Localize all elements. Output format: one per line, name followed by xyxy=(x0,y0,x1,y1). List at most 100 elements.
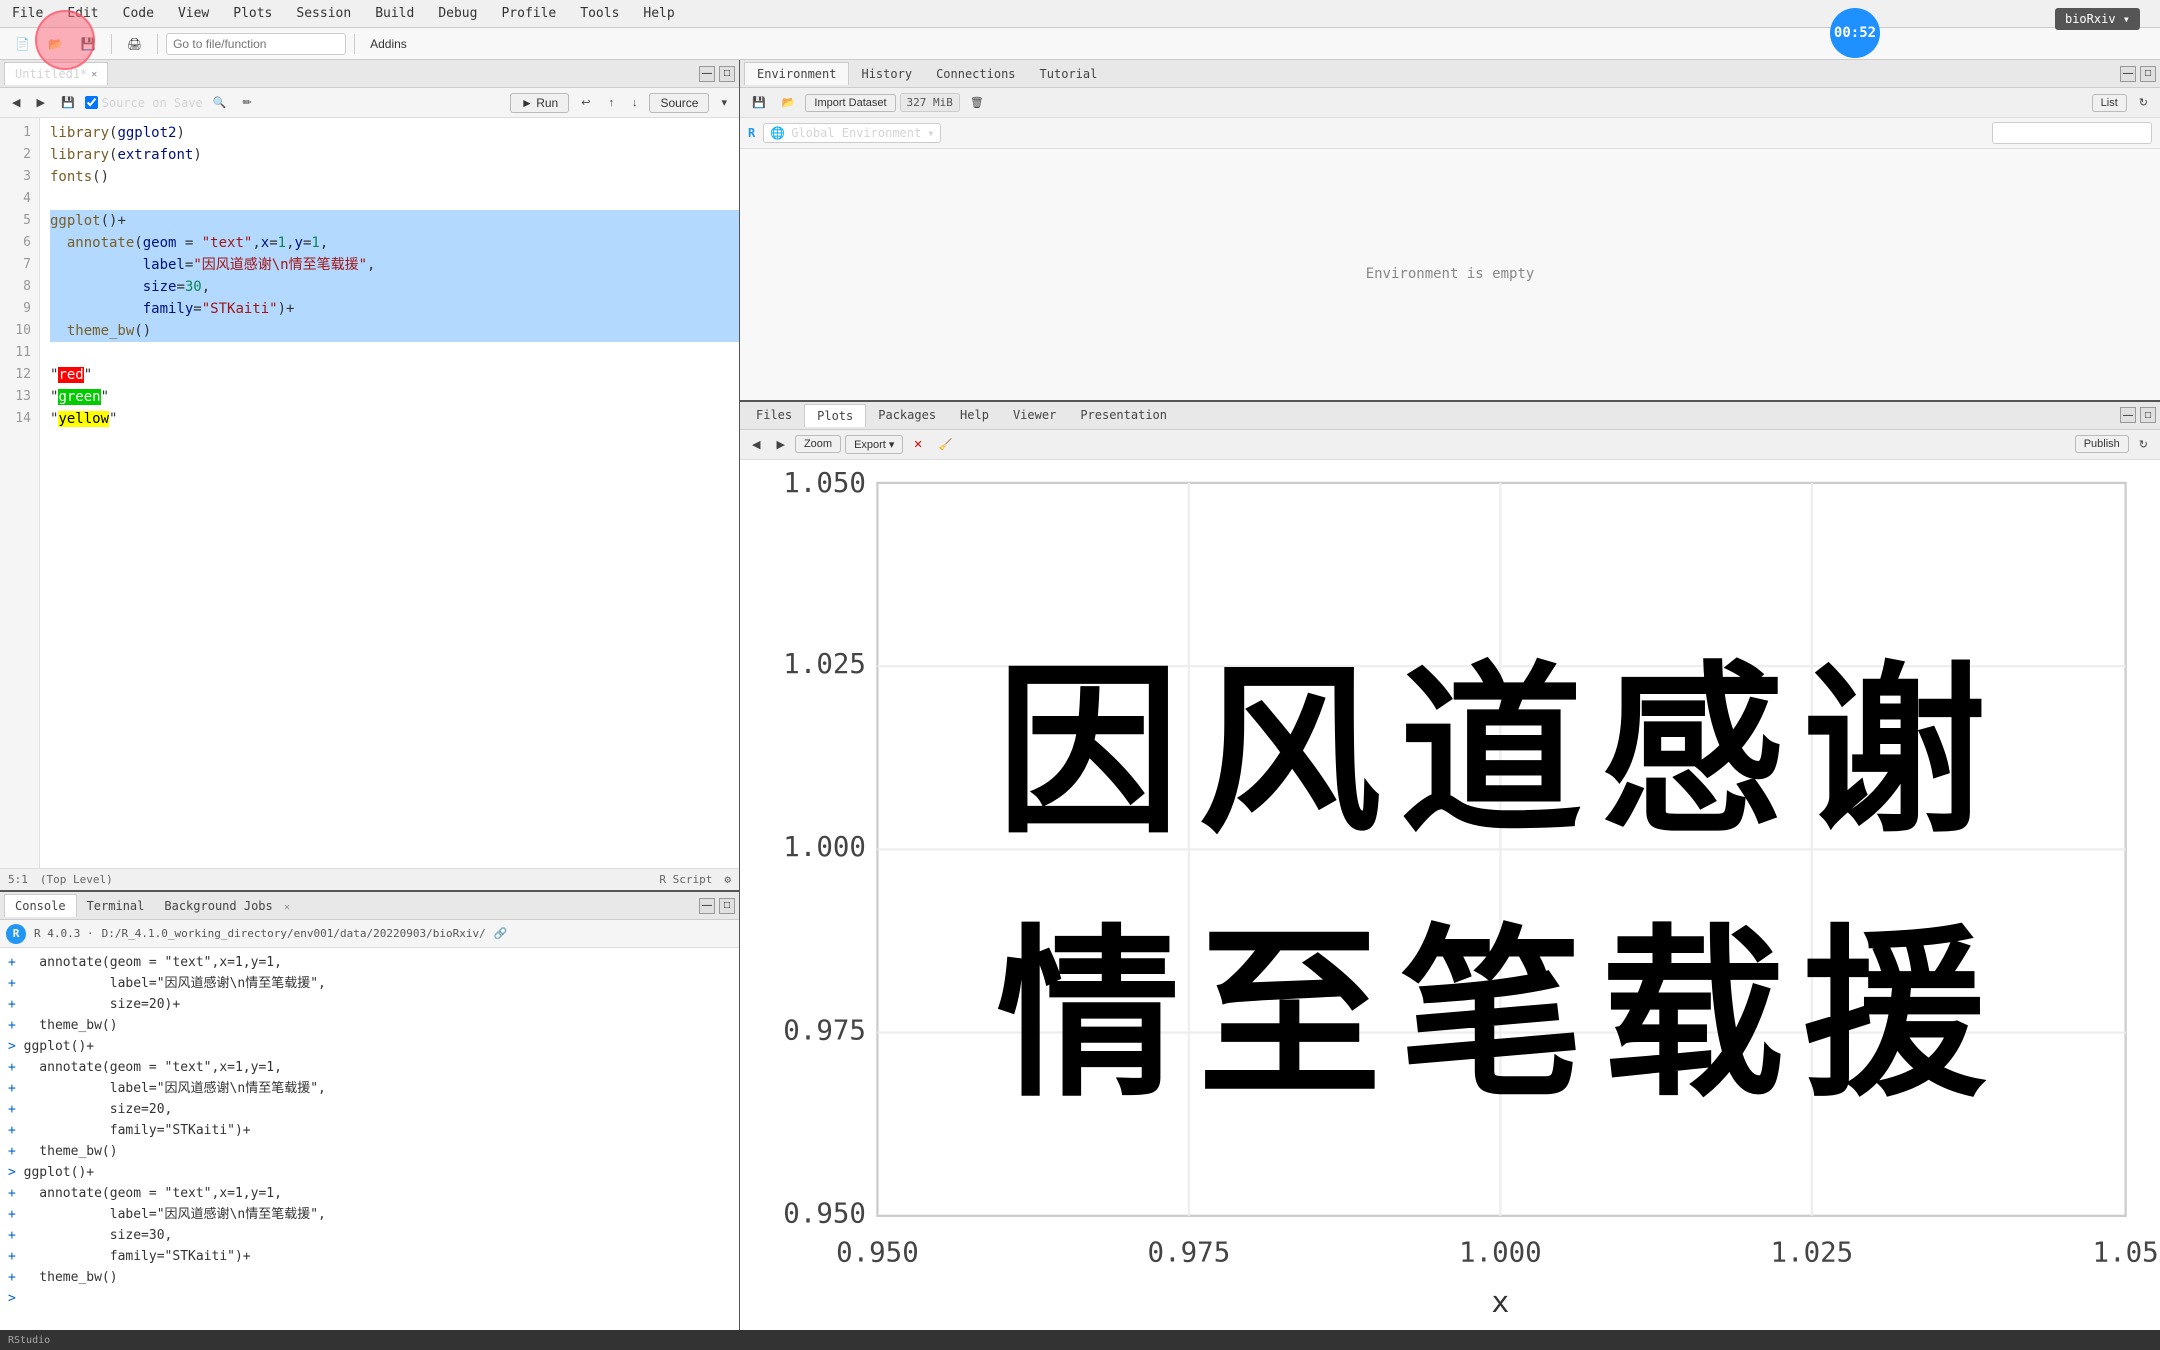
editor-panel: Untitled1* ✕ — □ ◀ ▶ 💾 Source on Save 🔍 … xyxy=(0,60,739,890)
console-line-9: + family="STKaiti")+ xyxy=(8,1120,731,1141)
tab-connections[interactable]: Connections xyxy=(924,63,1027,85)
menu-code[interactable]: Code xyxy=(119,4,158,23)
left-panel: Untitled1* ✕ — □ ◀ ▶ 💾 Source on Save 🔍 … xyxy=(0,60,740,1330)
console-scroll-area[interactable]: + annotate(geom = "text",x=1,y=1, + labe… xyxy=(0,948,739,1330)
editor-toolbar: ◀ ▶ 💾 Source on Save 🔍 ✏ ► Run ↩ ↑ ↓ Sou… xyxy=(0,88,739,118)
console-line-3: + size=20)+ xyxy=(8,994,731,1015)
settings-icon[interactable]: ⚙ xyxy=(724,873,731,886)
plots-minimize-btn[interactable]: — xyxy=(2120,407,2136,423)
list-view-btn[interactable]: List xyxy=(2092,94,2127,112)
menu-session[interactable]: Session xyxy=(292,4,355,23)
editor-tab-close[interactable]: ✕ xyxy=(91,69,97,80)
env-toolbar: 💾 📂 Import Dataset 327 MiB 🗑 List ↻ xyxy=(740,88,2160,118)
export-btn[interactable]: Export ▾ xyxy=(845,435,903,454)
menu-help[interactable]: Help xyxy=(639,4,678,23)
code-level: (Top Level) xyxy=(40,873,113,886)
tab-help[interactable]: Help xyxy=(948,404,1001,426)
path-link-icon[interactable]: 🔗 xyxy=(494,927,508,940)
env-search-input[interactable] xyxy=(1992,122,2152,144)
new-file-btn[interactable]: 📄 xyxy=(8,34,37,54)
menu-tools[interactable]: Tools xyxy=(576,4,623,23)
biorfxiv-badge[interactable]: bioRxiv ▾ xyxy=(2055,8,2140,30)
menu-plots[interactable]: Plots xyxy=(229,4,276,23)
code-line-10: theme_bw() xyxy=(50,320,739,342)
print-btn[interactable]: 🖨 xyxy=(120,34,149,54)
tab-tutorial[interactable]: Tutorial xyxy=(1028,63,1110,85)
env-maximize-btn[interactable]: □ xyxy=(2140,66,2156,82)
menu-debug[interactable]: Debug xyxy=(434,4,481,23)
menu-build[interactable]: Build xyxy=(371,4,418,23)
plots-next-btn[interactable]: ▶ xyxy=(770,435,790,454)
delete-plot-btn[interactable]: ✕ xyxy=(907,435,928,454)
code-line-12: "red" xyxy=(50,364,739,386)
console-line-14: + size=30, xyxy=(8,1225,731,1246)
env-minimize-btn[interactable]: — xyxy=(2120,66,2136,82)
code-line-11 xyxy=(50,342,739,364)
bg-jobs-close[interactable]: ✕ xyxy=(284,902,290,913)
tab-presentation[interactable]: Presentation xyxy=(1068,404,1179,426)
console-line-12: + annotate(geom = "text",x=1,y=1, xyxy=(8,1183,731,1204)
source-arrow-btn[interactable]: ▾ xyxy=(715,93,733,113)
env-clear-btn[interactable]: 🗑 xyxy=(964,93,990,112)
plots-window-controls: — □ xyxy=(2120,407,2156,423)
edit-btn[interactable]: ✏ xyxy=(237,93,258,112)
env-save-btn[interactable]: 💾 xyxy=(746,93,772,112)
tab-viewer[interactable]: Viewer xyxy=(1001,404,1068,426)
rerun-btn[interactable]: ↩ xyxy=(575,93,596,113)
save-file-btn[interactable]: 💾 xyxy=(55,93,81,112)
working-dir: D:/R_4.1.0_working_directory/env001/data… xyxy=(102,927,486,940)
tab-packages[interactable]: Packages xyxy=(866,404,948,426)
addins-btn[interactable]: Addins xyxy=(363,34,414,54)
toolbar-sep-3 xyxy=(354,34,355,54)
tab-environment[interactable]: Environment xyxy=(744,62,849,85)
global-env-selector[interactable]: 🌐 Global Environment ▾ xyxy=(763,123,941,143)
global-env-label: Global Environment xyxy=(791,126,921,140)
plots-prev-btn[interactable]: ◀ xyxy=(746,435,766,454)
console-line-11: > ggplot()+ xyxy=(8,1162,731,1183)
env-refresh-btn[interactable]: ↻ xyxy=(2133,93,2154,112)
plots-refresh-btn[interactable]: ↻ xyxy=(2133,435,2154,454)
code-content[interactable]: library(ggplot2) library(extrafont) font… xyxy=(40,118,739,868)
source-button[interactable]: Source xyxy=(649,93,709,113)
editor-minimize-btn[interactable]: — xyxy=(699,66,715,82)
tab-plots[interactable]: Plots xyxy=(804,404,866,427)
run-button[interactable]: ► Run xyxy=(510,93,569,113)
source-on-save-label[interactable]: Source on Save xyxy=(85,96,203,110)
memory-badge: 327 MiB xyxy=(900,93,960,112)
tab-background-jobs[interactable]: Background Jobs ✕ xyxy=(154,895,300,917)
tab-files[interactable]: Files xyxy=(744,404,804,426)
menu-profile[interactable]: Profile xyxy=(497,4,560,23)
y-label-top: 1.050 xyxy=(783,467,866,499)
publish-btn[interactable]: Publish xyxy=(2075,435,2129,453)
code-line-1: library(ggplot2) xyxy=(50,122,739,144)
broom-btn[interactable]: 🧹 xyxy=(933,435,959,454)
plots-toolbar: ◀ ▶ Zoom Export ▾ ✕ 🧹 Publish ↻ xyxy=(740,430,2160,460)
line-num-11: 11 xyxy=(0,342,39,364)
console-header: R R 4.0.3 · D:/R_4.1.0_working_directory… xyxy=(0,920,739,948)
goto-input[interactable] xyxy=(166,33,346,55)
console-maximize-btn[interactable]: □ xyxy=(719,898,735,914)
back-btn[interactable]: ◀ xyxy=(6,93,26,112)
line-num-10: 10 xyxy=(0,320,39,342)
zoom-btn[interactable]: Zoom xyxy=(795,435,841,453)
y-label-0950: 0.950 xyxy=(783,1197,866,1229)
console-line-8: + size=20, xyxy=(8,1099,731,1120)
tab-history[interactable]: History xyxy=(849,63,924,85)
tab-console[interactable]: Console xyxy=(4,894,77,917)
search-btn[interactable]: 🔍 xyxy=(207,93,233,112)
x-label-1000: 1.000 xyxy=(1459,1236,1542,1268)
tab-terminal[interactable]: Terminal xyxy=(77,895,155,917)
import-dataset-btn[interactable]: Import Dataset xyxy=(805,94,895,112)
env-open-btn[interactable]: 📂 xyxy=(776,93,802,112)
line-num-3: 3 xyxy=(0,166,39,188)
menu-view[interactable]: View xyxy=(174,4,213,23)
console-minimize-btn[interactable]: — xyxy=(699,898,715,914)
up-btn[interactable]: ↑ xyxy=(602,93,620,113)
editor-maximize-btn[interactable]: □ xyxy=(719,66,735,82)
forward-btn[interactable]: ▶ xyxy=(30,93,50,112)
plots-maximize-btn[interactable]: □ xyxy=(2140,407,2156,423)
down-btn[interactable]: ↓ xyxy=(626,93,644,113)
global-env-arrow: ▾ xyxy=(927,126,934,140)
source-on-save-checkbox[interactable] xyxy=(85,96,98,109)
console-line-17: > xyxy=(8,1288,731,1309)
